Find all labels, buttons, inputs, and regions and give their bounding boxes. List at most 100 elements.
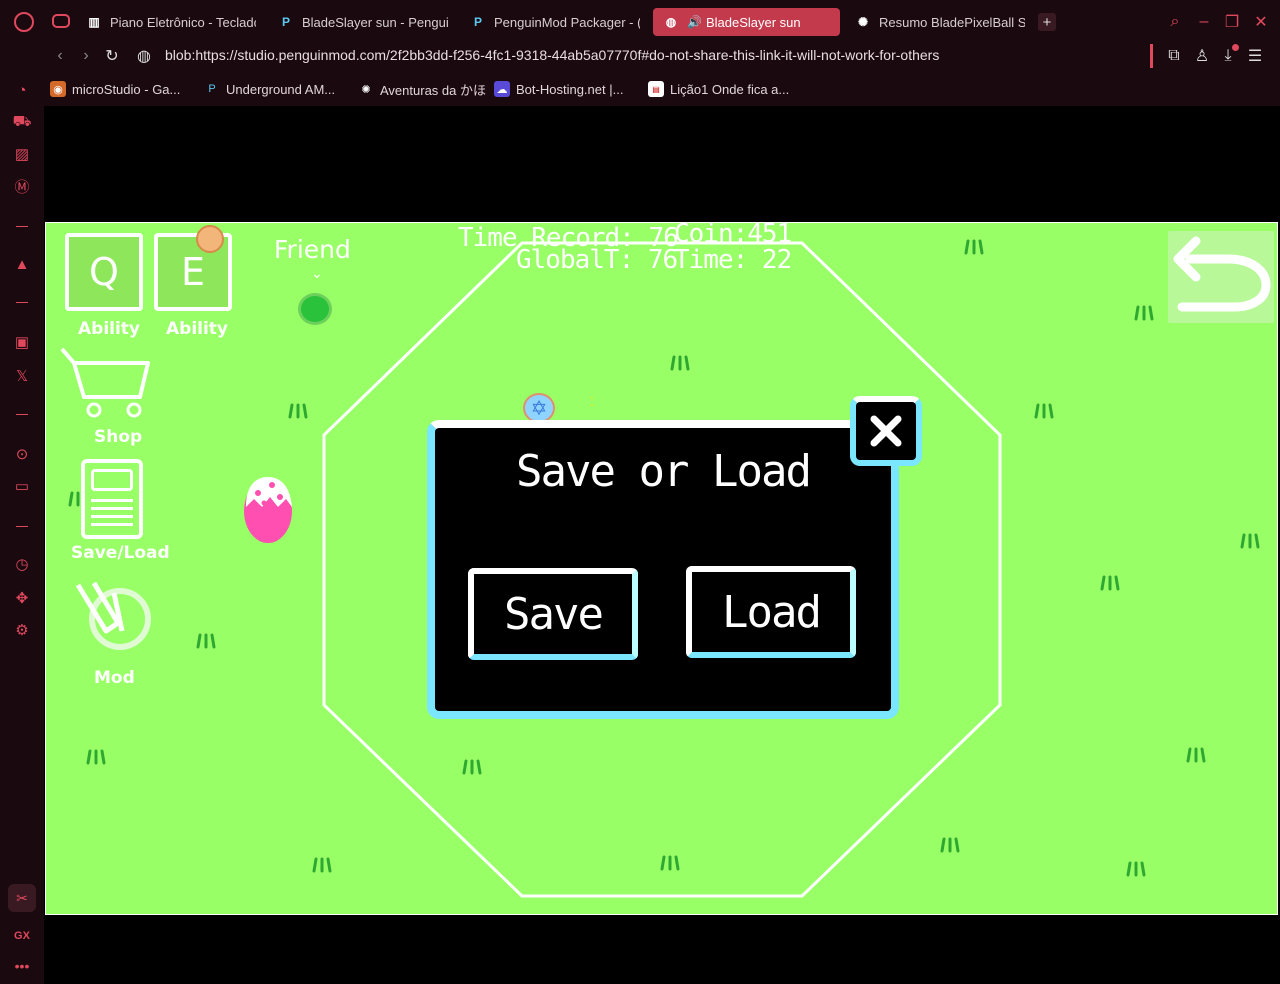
wallet-icon[interactable]: ▭ — [12, 476, 32, 496]
sidebar: ◔ ⛟ ▨ Ⓜ ▲ ▣ 𝕏 ⊙ ▭ ◷ ✥ ⚙ ✂ GX ••• — [0, 70, 44, 984]
history-icon[interactable]: ◷ — [12, 554, 32, 574]
settings-gear-icon[interactable]: ⚙ — [12, 620, 32, 640]
friend-character — [298, 293, 332, 325]
close-dialog-button[interactable] — [850, 396, 922, 466]
minimize-icon[interactable]: – — [1194, 12, 1214, 32]
extensions-icon[interactable]: ⧉ — [1164, 46, 1184, 66]
return-arrow-icon — [1173, 236, 1271, 312]
dialog-title: Save or Load — [516, 446, 812, 497]
back-icon[interactable]: ‹ — [50, 46, 70, 66]
game-stage[interactable]: Q Ability E Ability Friend ⌄ Shop Save/L… — [45, 222, 1278, 915]
notification-dot — [1232, 44, 1239, 51]
easy-setup-icon[interactable]: ☰ — [1245, 46, 1265, 66]
ability-q-label: Ability — [78, 319, 141, 339]
shop-cart-icon[interactable] — [58, 347, 154, 419]
grass-tuft — [1134, 305, 1154, 321]
bookmarks-bar: ◉ microStudio - Ga... P Underground AM..… — [44, 76, 1280, 102]
tab-bar: ▥ Piano Eletrônico - Teclado P BladeSlay… — [0, 0, 1280, 44]
speed-dial-icon[interactable]: ◔ — [12, 80, 32, 100]
grass-tuft — [86, 749, 106, 765]
speaker-icon[interactable]: 🔊 — [687, 15, 702, 29]
x-twitter-icon[interactable]: 𝕏 — [12, 366, 32, 386]
search-icon[interactable]: ⌕ — [1165, 12, 1185, 32]
ability-q-button[interactable]: Q — [65, 233, 143, 311]
penguinmod-icon: P — [208, 83, 216, 95]
pentagram-orb: ✡ — [523, 393, 555, 423]
egg-item — [244, 477, 292, 543]
opera-logo-icon[interactable] — [14, 12, 34, 32]
site-info-icon[interactable]: ◍ — [134, 46, 154, 66]
cleaner-icon[interactable]: ✂ — [8, 884, 36, 912]
grass-tuft — [660, 855, 680, 871]
tab-label: Resumo BladePixelBall Su — [879, 14, 1025, 30]
shop-label: Shop — [94, 427, 143, 447]
grass-tuft — [1126, 861, 1146, 877]
grass-tuft — [1186, 747, 1206, 763]
tab-label: Piano Eletrônico - Teclado — [110, 14, 256, 30]
load-button[interactable]: Load — [686, 566, 856, 658]
mod-wrench-icon[interactable] — [70, 579, 152, 655]
new-tab-button[interactable]: + — [1038, 13, 1056, 31]
save-load-lines — [91, 499, 133, 529]
bookmark-bot-hosting[interactable]: ☁ Bot-Hosting.net |... — [494, 80, 623, 98]
sidebar-divider — [16, 302, 28, 303]
global-time-text: GlobalT: 76 — [516, 245, 678, 275]
save-load-label: Save/Load — [71, 543, 170, 563]
save-load-button[interactable] — [81, 459, 143, 539]
player-character — [196, 225, 224, 253]
tab-resumo[interactable]: ✺ Resumo BladePixelBall Su — [855, 8, 1025, 36]
save-button[interactable]: Save — [468, 568, 638, 660]
grass-tuft — [1240, 533, 1260, 549]
tab-bladeslayer-active[interactable]: ◍ 🔊 BladeSlayer sun — [653, 8, 840, 36]
save-or-load-dialog: Save or Load Save Load — [427, 420, 899, 719]
aria-icon[interactable]: ▲ — [12, 254, 32, 274]
grass-tuft — [196, 633, 216, 649]
player-icon[interactable]: ⊙ — [12, 444, 32, 464]
reload-icon[interactable]: ↻ — [102, 46, 122, 66]
friend-arrow-icon: ⌄ — [311, 265, 323, 281]
ability-e-label: Ability — [166, 319, 229, 339]
page-icon: ▤ — [648, 81, 664, 97]
tab-piano[interactable]: ▥ Piano Eletrônico - Teclado — [86, 8, 256, 36]
gx-control-icon[interactable]: ⛟ — [12, 112, 32, 132]
close-window-icon[interactable]: ✕ — [1251, 12, 1271, 32]
bookmark-underground[interactable]: P Underground AM... — [204, 80, 335, 98]
twitch-icon[interactable]: ▣ — [12, 332, 32, 352]
gamepad-icon[interactable] — [52, 14, 70, 28]
tab-bladeslayer-penguinmod[interactable]: P BladeSlayer sun - Pengui — [278, 8, 448, 36]
forward-icon[interactable]: › — [76, 46, 96, 66]
chatgpt-icon: ✺ — [361, 83, 371, 96]
grass-tuft — [964, 239, 984, 255]
globe-icon: ◍ — [665, 15, 677, 29]
sidebar-divider — [16, 414, 28, 415]
penguinmod-icon: P — [473, 15, 482, 29]
bookmark-licao[interactable]: ▤ Lição1 Onde fica a... — [648, 80, 789, 98]
bookmark-aventuras[interactable]: ✺ Aventuras da かほ — [358, 80, 486, 98]
grass-tuft — [312, 857, 332, 873]
restore-icon[interactable]: ❐ — [1222, 12, 1242, 32]
extensions-puzzle-icon[interactable]: ✥ — [12, 588, 32, 608]
grass-tuft — [1100, 575, 1120, 591]
microstudio-icon: ◉ — [50, 81, 66, 97]
more-icon[interactable]: ••• — [0, 958, 44, 974]
grass-tuft — [670, 355, 690, 371]
address-bar: ‹ › ↻ ◍ blob:https://studio.penguinmod.c… — [44, 44, 1280, 68]
tab-label: BladeSlayer sun - Pengui — [302, 14, 448, 30]
tab-packager[interactable]: P PenguinMod Packager - ( — [470, 8, 640, 36]
bookmark-microstudio[interactable]: ◉ microStudio - Ga... — [50, 80, 180, 98]
cloud-icon: ☁ — [494, 81, 510, 97]
tab-label: PenguinMod Packager - ( — [494, 14, 640, 30]
url-input[interactable]: blob:https://studio.penguinmod.com/2f2bb… — [165, 47, 939, 63]
gx-corner-icon[interactable]: ▨ — [12, 144, 32, 164]
sidebar-divider — [16, 526, 28, 527]
tab-label: BladeSlayer sun — [705, 14, 801, 30]
friend-label: Friend — [274, 235, 351, 264]
messenger-m-icon[interactable]: Ⓜ — [12, 176, 32, 196]
save-load-screen — [91, 469, 133, 491]
piano-icon: ▥ — [88, 15, 100, 29]
back-button[interactable] — [1168, 231, 1274, 323]
address-divider — [1150, 44, 1153, 68]
penguinmod-icon: P — [281, 15, 290, 29]
profile-icon[interactable]: ♙ — [1192, 46, 1212, 66]
gx-label[interactable]: GX — [0, 930, 44, 942]
